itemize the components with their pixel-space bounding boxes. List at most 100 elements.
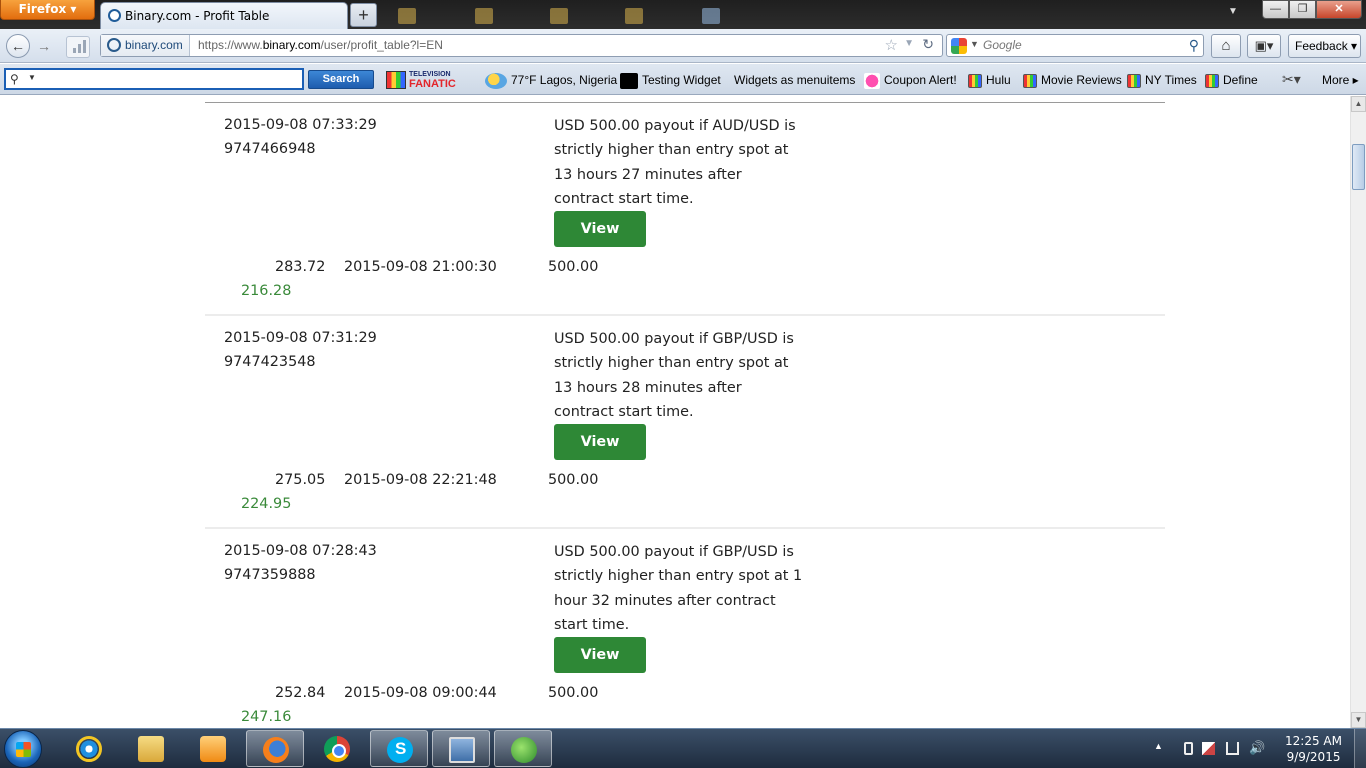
ny-times-link[interactable]: NY Times — [1127, 71, 1197, 89]
coupon-label: Coupon Alert! — [884, 73, 957, 87]
clock[interactable]: 12:25 AM 9/9/2015 — [1285, 733, 1342, 765]
clock-date: 9/9/2015 — [1286, 750, 1341, 764]
taskbar: S ▲ 🔊 12:25 AM 9/9/2015 — [0, 728, 1366, 768]
tv-icon — [1023, 73, 1037, 88]
home-button[interactable]: ⌂ — [1211, 34, 1241, 58]
taskbar-download-manager[interactable] — [494, 730, 552, 767]
new-tab-button[interactable]: + — [350, 3, 377, 27]
taskbar-chrome[interactable] — [308, 730, 366, 767]
url-text[interactable]: https://www.binary.com/user/profit_table… — [198, 35, 443, 56]
reference-id: 9747423548 — [224, 354, 316, 370]
list-all-tabs-button[interactable]: ▼ — [1228, 6, 1238, 17]
black-square-icon — [620, 72, 638, 89]
toolbar-search-input[interactable]: ⚲ ▼ — [4, 68, 304, 90]
purchase-date: 2015-09-08 07:28:43 — [224, 543, 377, 559]
profit-loss: 247.16 — [241, 709, 292, 725]
site-identity-label: binary.com — [125, 38, 183, 52]
coupon-alert[interactable]: Coupon Alert! — [864, 71, 957, 89]
skype-icon: S — [387, 737, 413, 763]
start-button[interactable] — [4, 730, 42, 768]
action-center-flag-icon[interactable] — [1202, 742, 1215, 755]
sale-date: 2015-09-08 09:00:44 — [344, 685, 497, 701]
show-hidden-icons-button[interactable]: ▲ — [1154, 741, 1163, 751]
search-icon[interactable]: ⚲ — [1189, 35, 1199, 56]
weather-widget[interactable]: 77°F Lagos, Nigeria — [485, 71, 617, 89]
battery-icon[interactable] — [1184, 742, 1193, 755]
view-contract-button[interactable]: View — [554, 637, 646, 673]
media-player-icon — [200, 736, 226, 762]
chevron-down-icon[interactable]: ▼ — [904, 38, 914, 49]
google-icon[interactable] — [951, 38, 967, 54]
testing-widget[interactable]: Testing Widget — [620, 71, 721, 89]
folder-icon — [625, 8, 643, 24]
globe-icon — [511, 737, 537, 763]
url-prefix: https://www. — [198, 38, 263, 52]
vertical-scrollbar[interactable]: ▲ ▼ — [1350, 96, 1366, 728]
volume-icon[interactable]: 🔊 — [1249, 740, 1265, 755]
search-icon: ⚲ — [10, 72, 19, 86]
hulu-label: Hulu — [986, 73, 1011, 87]
contract-description: USD 500.00 payout if AUD/USD is strictly… — [554, 118, 796, 207]
search-placeholder[interactable]: Google — [983, 35, 1022, 56]
folder-icon — [475, 8, 493, 24]
movie-reviews-link[interactable]: Movie Reviews — [1023, 71, 1122, 89]
firefox-menu-button[interactable]: Firefox ▾ — [0, 0, 95, 20]
widgets-menu-label: Widgets as menuitems — [734, 73, 856, 87]
star-icon[interactable]: ☆ — [885, 37, 898, 54]
maximize-button[interactable]: ❐ — [1289, 0, 1316, 19]
title-bar: Firefox ▾ Binary.com - Profit Table + ▼ … — [0, 0, 1366, 29]
tab-profit-table[interactable]: Binary.com - Profit Table — [100, 2, 348, 29]
bookmarks-button[interactable]: ▣▾ — [1247, 34, 1281, 58]
chevron-down-icon[interactable]: ▼ — [970, 39, 979, 49]
purchase-price: 275.05 — [275, 472, 326, 488]
minimize-button[interactable]: — — [1262, 0, 1289, 19]
scroll-thumb[interactable] — [1352, 144, 1365, 190]
site-identity-button[interactable]: binary.com — [101, 35, 190, 56]
taskbar-file-explorer[interactable] — [122, 730, 180, 767]
globe-icon — [107, 38, 121, 52]
internet-explorer-icon — [76, 736, 102, 762]
folder-icon — [138, 736, 164, 762]
chrome-icon — [324, 736, 350, 762]
network-icon[interactable] — [1226, 742, 1239, 755]
taskbar-window[interactable] — [432, 730, 490, 767]
signal-bars-icon[interactable] — [66, 36, 90, 58]
tv-icon — [386, 71, 406, 89]
view-contract-button[interactable]: View — [554, 211, 646, 247]
tools-icon[interactable]: ✂▾ — [1282, 71, 1301, 88]
scroll-down-button[interactable]: ▼ — [1351, 712, 1366, 728]
scroll-up-button[interactable]: ▲ — [1351, 96, 1366, 112]
more-button[interactable]: More ▸ — [1322, 71, 1359, 89]
clock-time: 12:25 AM — [1285, 734, 1342, 748]
television-fanatic-logo: TELEVISION FANATIC — [409, 71, 456, 90]
tv-icon — [968, 73, 982, 88]
close-window-button[interactable]: ✕ — [1316, 0, 1362, 19]
url-bar[interactable]: binary.com https://www.binary.com/user/p… — [100, 34, 943, 57]
widgets-menu[interactable]: Widgets as menuitems — [734, 71, 855, 89]
taskbar-media-player[interactable] — [184, 730, 242, 767]
feedback-button[interactable]: Feedback ▾ — [1288, 34, 1361, 58]
taskbar-internet-explorer[interactable] — [60, 730, 118, 767]
back-button[interactable]: ← — [6, 34, 30, 58]
define-link[interactable]: Define — [1205, 71, 1258, 89]
toolbar-search-button[interactable]: Search — [308, 70, 374, 89]
url-domain: binary.com — [262, 38, 321, 52]
sale-date: 2015-09-08 21:00:30 — [344, 259, 497, 275]
firefox-icon — [263, 737, 289, 763]
tv-icon — [1127, 73, 1141, 88]
web-search-bar[interactable]: ▼ Google ⚲ — [946, 34, 1204, 57]
arrow-right-icon: → — [37, 38, 51, 54]
sale-price: 500.00 — [548, 259, 599, 275]
window-icon — [449, 737, 475, 763]
chevron-down-icon[interactable]: ▼ — [28, 73, 36, 82]
show-desktop-button[interactable] — [1354, 729, 1366, 768]
contract-description: USD 500.00 payout if GBP/USD is strictly… — [554, 544, 803, 633]
tv-fanatic-bottom: FANATIC — [409, 77, 456, 90]
television-fanatic-button[interactable]: TELEVISION FANATIC — [386, 70, 456, 90]
forward-button[interactable]: → — [34, 37, 54, 55]
hulu-link[interactable]: Hulu — [968, 71, 1011, 89]
reload-icon[interactable]: ↻ — [922, 36, 934, 53]
taskbar-firefox[interactable] — [246, 730, 304, 767]
view-contract-button[interactable]: View — [554, 424, 646, 460]
taskbar-skype[interactable]: S — [370, 730, 428, 767]
